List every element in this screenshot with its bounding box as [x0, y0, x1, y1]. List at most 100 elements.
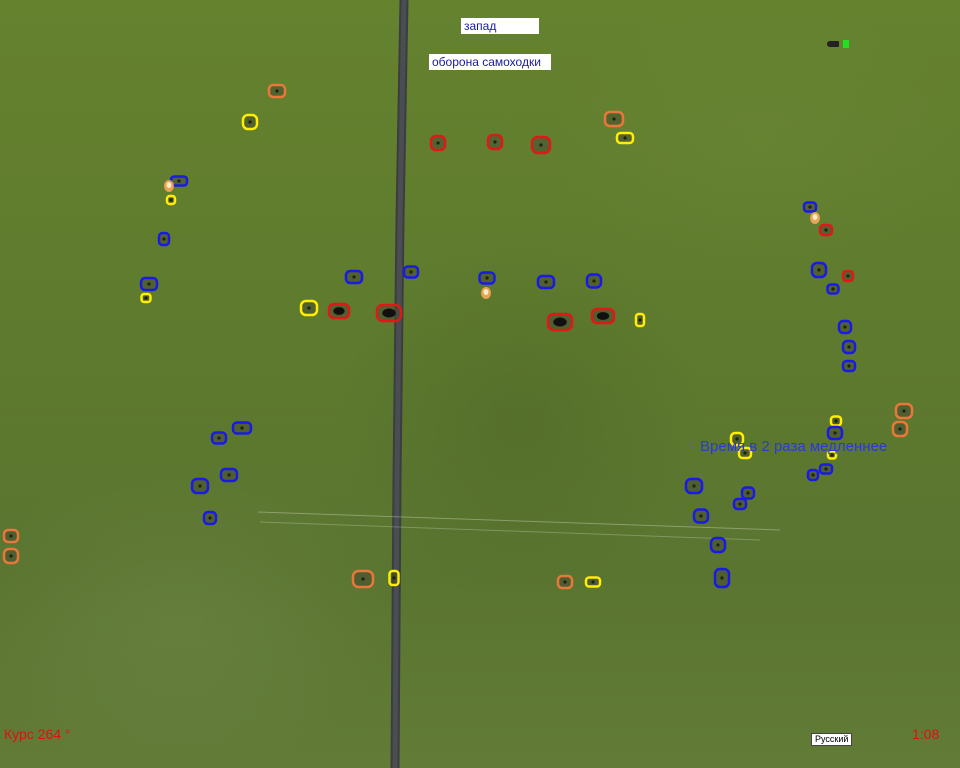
vehicle-silhouette-icon: [623, 136, 627, 140]
blue-unit-marker[interactable]: [478, 271, 496, 285]
blue-unit-marker[interactable]: [536, 274, 556, 290]
vehicle-silhouette-icon: [834, 419, 838, 423]
yellow-unit-marker[interactable]: [165, 194, 177, 206]
power-line: [259, 521, 761, 541]
blue-unit-marker[interactable]: [837, 319, 853, 335]
vehicle-silhouette-icon: [307, 306, 311, 310]
yellow-unit-marker[interactable]: [299, 299, 319, 317]
vehicle-silhouette-icon: [147, 282, 151, 286]
blue-unit-marker[interactable]: [139, 276, 159, 292]
blue-unit-marker[interactable]: [210, 431, 228, 445]
heading-readout: Курс 264 °: [4, 726, 71, 742]
red-unit-marker[interactable]: [818, 223, 834, 237]
orange-unit-marker[interactable]: [2, 547, 20, 565]
red-unit-marker[interactable]: [546, 312, 574, 332]
vehicle-silhouette-icon: [720, 576, 724, 580]
orange-unit-marker[interactable]: [267, 83, 287, 99]
blue-unit-marker[interactable]: [402, 265, 420, 279]
vehicle-silhouette-icon: [811, 473, 815, 477]
vehicle-silhouette-icon: [817, 268, 821, 272]
vehicle-silhouette-icon: [169, 198, 173, 202]
status-indicator-icon: [843, 40, 849, 48]
compass-needle-icon: [827, 41, 839, 47]
muzzle-flash-core: [166, 182, 172, 188]
vehicle-silhouette-icon: [847, 364, 851, 368]
blue-unit-marker[interactable]: [709, 536, 727, 554]
muzzle-flash-core: [483, 289, 489, 295]
yellow-unit-marker[interactable]: [829, 415, 843, 427]
orange-unit-marker[interactable]: [556, 574, 574, 590]
blue-unit-marker[interactable]: [732, 497, 748, 511]
red-unit-marker[interactable]: [486, 133, 504, 151]
vehicle-silhouette-icon: [833, 431, 837, 435]
vehicle-silhouette-icon: [382, 308, 396, 318]
vehicle-silhouette-icon: [596, 312, 610, 320]
red-unit-marker[interactable]: [530, 135, 552, 155]
vehicle-silhouette-icon: [436, 141, 440, 145]
red-unit-marker[interactable]: [375, 303, 403, 323]
blue-unit-marker[interactable]: [740, 486, 756, 500]
yellow-unit-marker[interactable]: [634, 312, 646, 328]
vehicle-silhouette-icon: [227, 473, 231, 477]
red-unit-marker[interactable]: [429, 134, 447, 152]
vehicle-silhouette-icon: [831, 287, 835, 291]
yellow-unit-marker[interactable]: [388, 569, 400, 587]
red-unit-marker[interactable]: [590, 307, 616, 325]
vehicle-silhouette-icon: [217, 436, 221, 440]
language-indicator[interactable]: Русский: [811, 733, 853, 746]
vehicle-silhouette-icon: [638, 318, 642, 322]
blue-unit-marker[interactable]: [818, 463, 834, 475]
orange-unit-marker[interactable]: [603, 110, 625, 128]
direction-label: запад: [461, 18, 539, 34]
blue-unit-marker[interactable]: [841, 339, 857, 355]
vehicle-silhouette-icon: [275, 89, 279, 93]
vehicle-silhouette-icon: [716, 543, 720, 547]
blue-unit-marker[interactable]: [157, 231, 171, 247]
battlefield-map[interactable]: [0, 0, 960, 768]
vehicle-silhouette-icon: [591, 580, 595, 584]
blue-unit-marker[interactable]: [231, 421, 253, 435]
vehicle-silhouette-icon: [563, 580, 567, 584]
time-scale-hint: Время в 2 раза медленнее: [700, 438, 888, 455]
vehicle-silhouette-icon: [738, 502, 742, 506]
vehicle-silhouette-icon: [592, 279, 596, 283]
yellow-unit-marker[interactable]: [615, 131, 635, 145]
blue-unit-marker[interactable]: [806, 468, 820, 482]
blue-unit-marker[interactable]: [344, 269, 364, 285]
vehicle-silhouette-icon: [493, 140, 497, 144]
blue-unit-marker[interactable]: [219, 467, 239, 483]
orange-unit-marker[interactable]: [2, 528, 20, 544]
yellow-unit-marker[interactable]: [241, 113, 259, 131]
blue-unit-marker[interactable]: [585, 273, 603, 289]
blue-unit-marker[interactable]: [692, 508, 710, 524]
blue-unit-marker[interactable]: [190, 477, 210, 495]
red-unit-marker[interactable]: [841, 269, 855, 283]
blue-unit-marker[interactable]: [841, 359, 857, 373]
orange-unit-marker[interactable]: [891, 420, 909, 438]
vehicle-silhouette-icon: [746, 491, 750, 495]
vehicle-silhouette-icon: [539, 143, 543, 147]
vehicle-silhouette-icon: [392, 576, 396, 580]
blue-unit-marker[interactable]: [202, 510, 218, 526]
vehicle-silhouette-icon: [847, 345, 851, 349]
blue-unit-marker[interactable]: [684, 477, 704, 495]
blue-unit-marker[interactable]: [826, 283, 840, 295]
red-unit-marker[interactable]: [327, 302, 351, 320]
yellow-unit-marker[interactable]: [584, 576, 602, 588]
vehicle-silhouette-icon: [485, 276, 489, 280]
vehicle-silhouette-icon: [177, 179, 181, 183]
yellow-unit-marker[interactable]: [140, 292, 152, 304]
blue-unit-marker[interactable]: [713, 567, 731, 589]
vehicle-silhouette-icon: [544, 280, 548, 284]
vehicle-silhouette-icon: [9, 554, 13, 558]
vehicle-silhouette-icon: [824, 467, 828, 471]
orange-unit-marker[interactable]: [894, 402, 914, 420]
vehicle-silhouette-icon: [898, 427, 902, 431]
mission-objective-label: оборона самоходки: [429, 54, 551, 70]
vehicle-silhouette-icon: [824, 228, 828, 232]
vehicle-silhouette-icon: [208, 516, 212, 520]
blue-unit-marker[interactable]: [802, 201, 818, 213]
vehicle-silhouette-icon: [352, 275, 356, 279]
orange-unit-marker[interactable]: [351, 569, 375, 589]
blue-unit-marker[interactable]: [810, 261, 828, 279]
